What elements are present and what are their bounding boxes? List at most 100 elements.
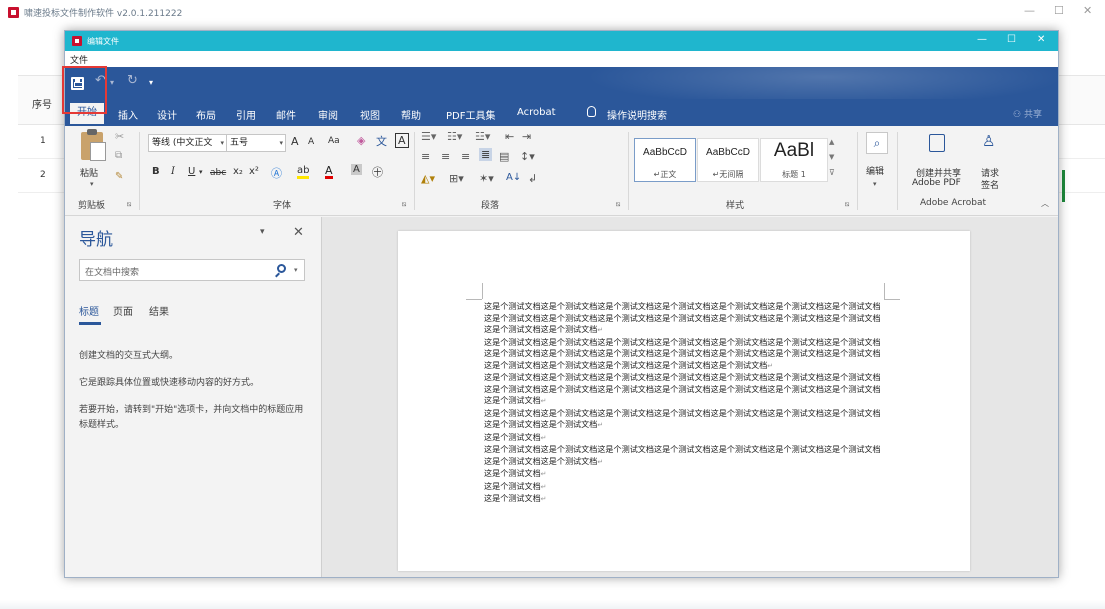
styles-scroll-down-icon[interactable]: ▼	[829, 153, 834, 161]
clear-formatting-icon[interactable]: ◈	[357, 134, 365, 147]
document-body[interactable]: 这是个测试文档这是个测试文档这是个测试文档这是个测试文档这是个测试文档这是个测试…	[484, 301, 884, 506]
enclose-characters-icon[interactable]: ㊉	[372, 164, 383, 180]
tab-insert[interactable]: 插入	[118, 107, 138, 122]
style-normal[interactable]: AaBbCcD ↵正文	[634, 138, 696, 182]
tell-me-search[interactable]: 操作说明搜索	[607, 107, 667, 122]
undo-dropdown-icon[interactable]: ▾	[110, 78, 114, 87]
font-launcher-icon[interactable]: ⧅	[402, 200, 406, 209]
editing-label[interactable]: 编辑	[866, 164, 884, 177]
grow-font-icon[interactable]: A	[291, 135, 299, 148]
editor-minimize-icon[interactable]: —	[977, 34, 987, 45]
tab-review[interactable]: 审阅	[318, 107, 338, 122]
find-icon[interactable]: ⌕	[866, 132, 888, 154]
collapse-ribbon-icon[interactable]: ︿	[1041, 198, 1049, 209]
style-no-spacing[interactable]: AaBbCcD ↵无间隔	[697, 138, 759, 182]
character-shading-icon[interactable]: A	[351, 164, 362, 175]
borders-icon[interactable]: ⊞▾	[449, 172, 464, 185]
align-center-icon[interactable]: ≡	[441, 150, 450, 163]
distributed-icon[interactable]: ▤	[499, 150, 509, 163]
shading-icon[interactable]: ◭▾	[421, 172, 435, 185]
align-left-icon[interactable]: ≡	[421, 150, 430, 163]
line-spacing-icon[interactable]: ↕▾	[520, 150, 535, 163]
paragraph-launcher-icon[interactable]: ⧅	[616, 200, 620, 209]
lightbulb-icon[interactable]	[587, 106, 596, 117]
bullets-icon[interactable]: ☰▾	[421, 130, 436, 143]
highlight-color-icon[interactable]: ab	[297, 166, 310, 179]
maximize-icon[interactable]: ☐	[1054, 4, 1064, 17]
editing-dropdown-icon[interactable]: ▾	[873, 180, 877, 188]
justify-icon[interactable]: ≣	[479, 148, 493, 161]
paste-icon[interactable]	[81, 129, 106, 161]
request-signature-icon[interactable]: ♙	[982, 132, 995, 150]
italic-icon[interactable]: I	[171, 166, 175, 177]
paste-label[interactable]: 粘贴	[80, 166, 98, 179]
clipboard-launcher-icon[interactable]: ⧅	[127, 200, 131, 209]
underline-icon[interactable]: U	[188, 166, 195, 177]
minimize-icon[interactable]: —	[1024, 4, 1035, 17]
font-color-icon[interactable]: A	[325, 165, 333, 179]
share-button[interactable]: ⚇ 共享	[1013, 107, 1042, 120]
redo-icon[interactable]: ↻	[127, 73, 138, 88]
multilevel-list-icon[interactable]: ☳▾	[475, 130, 490, 143]
tab-layout[interactable]: 布局	[196, 107, 216, 122]
align-right-icon[interactable]: ≡	[461, 150, 470, 163]
chinese-layout-icon[interactable]: ✶▾	[479, 172, 494, 185]
tab-view[interactable]: 视图	[360, 107, 380, 122]
search-icon[interactable]	[277, 264, 286, 273]
search-dropdown-icon[interactable]: ▾	[294, 266, 298, 274]
nav-tab-headings[interactable]: 标题	[79, 303, 99, 318]
phonetic-guide-icon[interactable]: 文	[376, 133, 387, 149]
bold-icon[interactable]: B	[152, 166, 160, 177]
create-pdf-icon[interactable]	[929, 134, 945, 152]
paragraph-mark: ↵	[767, 361, 774, 370]
share-label: 共享	[1023, 110, 1042, 120]
underline-dropdown-icon[interactable]: ▾	[199, 168, 203, 176]
copy-icon[interactable]: ⧉	[115, 150, 122, 161]
increase-indent-icon[interactable]: ⇥	[522, 130, 531, 143]
font-size-select[interactable]: 五号 ▾	[226, 134, 286, 152]
tab-mailings[interactable]: 邮件	[276, 107, 296, 122]
style-heading1[interactable]: AaBl 标题 1	[760, 138, 828, 182]
decrease-indent-icon[interactable]: ⇤	[505, 130, 514, 143]
format-painter-icon[interactable]: ✎	[115, 171, 123, 182]
subscript-icon[interactable]: x₂	[233, 166, 243, 177]
superscript-icon[interactable]: x²	[249, 166, 259, 177]
close-icon[interactable]: ✕	[1083, 4, 1092, 17]
editor-close-icon[interactable]: ✕	[1037, 34, 1045, 45]
sort-icon[interactable]: A↓	[506, 172, 521, 183]
numbering-icon[interactable]: ☷▾	[447, 130, 462, 143]
nav-tab-results[interactable]: 结果	[149, 303, 169, 318]
show-paragraph-marks-icon[interactable]: ↲	[528, 172, 537, 185]
styles-more-icon[interactable]: ⊽	[829, 168, 835, 177]
group-clipboard-label: 剪贴板	[78, 201, 106, 211]
tab-acrobat[interactable]: Acrobat	[517, 107, 556, 118]
tab-pdf-tools[interactable]: PDF工具集	[446, 107, 495, 122]
change-case-icon[interactable]: Aa	[328, 136, 340, 146]
font-name-dropdown-icon[interactable]: ▾	[220, 135, 224, 151]
nav-search-input[interactable]: 在文档中搜索 ▾	[79, 259, 305, 281]
nav-tab-pages[interactable]: 页面	[113, 303, 133, 318]
paste-dropdown-icon[interactable]: ▾	[90, 180, 94, 188]
create-share-pdf-label2[interactable]: Adobe PDF	[912, 178, 961, 188]
text-effects-icon[interactable]: Ⓐ	[271, 165, 282, 181]
font-name-select[interactable]: 等线 (中文正文 ▾	[148, 134, 227, 152]
nav-options-icon[interactable]: ▾	[260, 227, 265, 237]
bottom-bar	[0, 600, 1105, 609]
menu-file[interactable]: 文件	[70, 53, 88, 66]
tab-help[interactable]: 帮助	[401, 107, 421, 122]
customize-qat-icon[interactable]: ▾	[149, 78, 153, 87]
character-border-icon[interactable]: A	[395, 133, 409, 148]
nav-close-icon[interactable]: ✕	[293, 225, 304, 240]
tab-references[interactable]: 引用	[236, 107, 256, 122]
editor-maximize-icon[interactable]: ☐	[1007, 34, 1016, 45]
shrink-font-icon[interactable]: A	[308, 137, 314, 147]
strikethrough-icon[interactable]: abc	[210, 168, 226, 178]
styles-launcher-icon[interactable]: ⧅	[845, 200, 849, 209]
cut-icon[interactable]: ✂	[115, 130, 124, 143]
save-highlight-box	[62, 66, 107, 114]
document-page[interactable]: 这是个测试文档这是个测试文档这是个测试文档这是个测试文档这是个测试文档这是个测试…	[398, 231, 970, 571]
request-signature-label2[interactable]: 签名	[981, 178, 999, 191]
styles-scroll-up-icon[interactable]: ▲	[829, 138, 834, 146]
tab-design[interactable]: 设计	[157, 107, 177, 122]
font-size-dropdown-icon[interactable]: ▾	[279, 135, 283, 151]
